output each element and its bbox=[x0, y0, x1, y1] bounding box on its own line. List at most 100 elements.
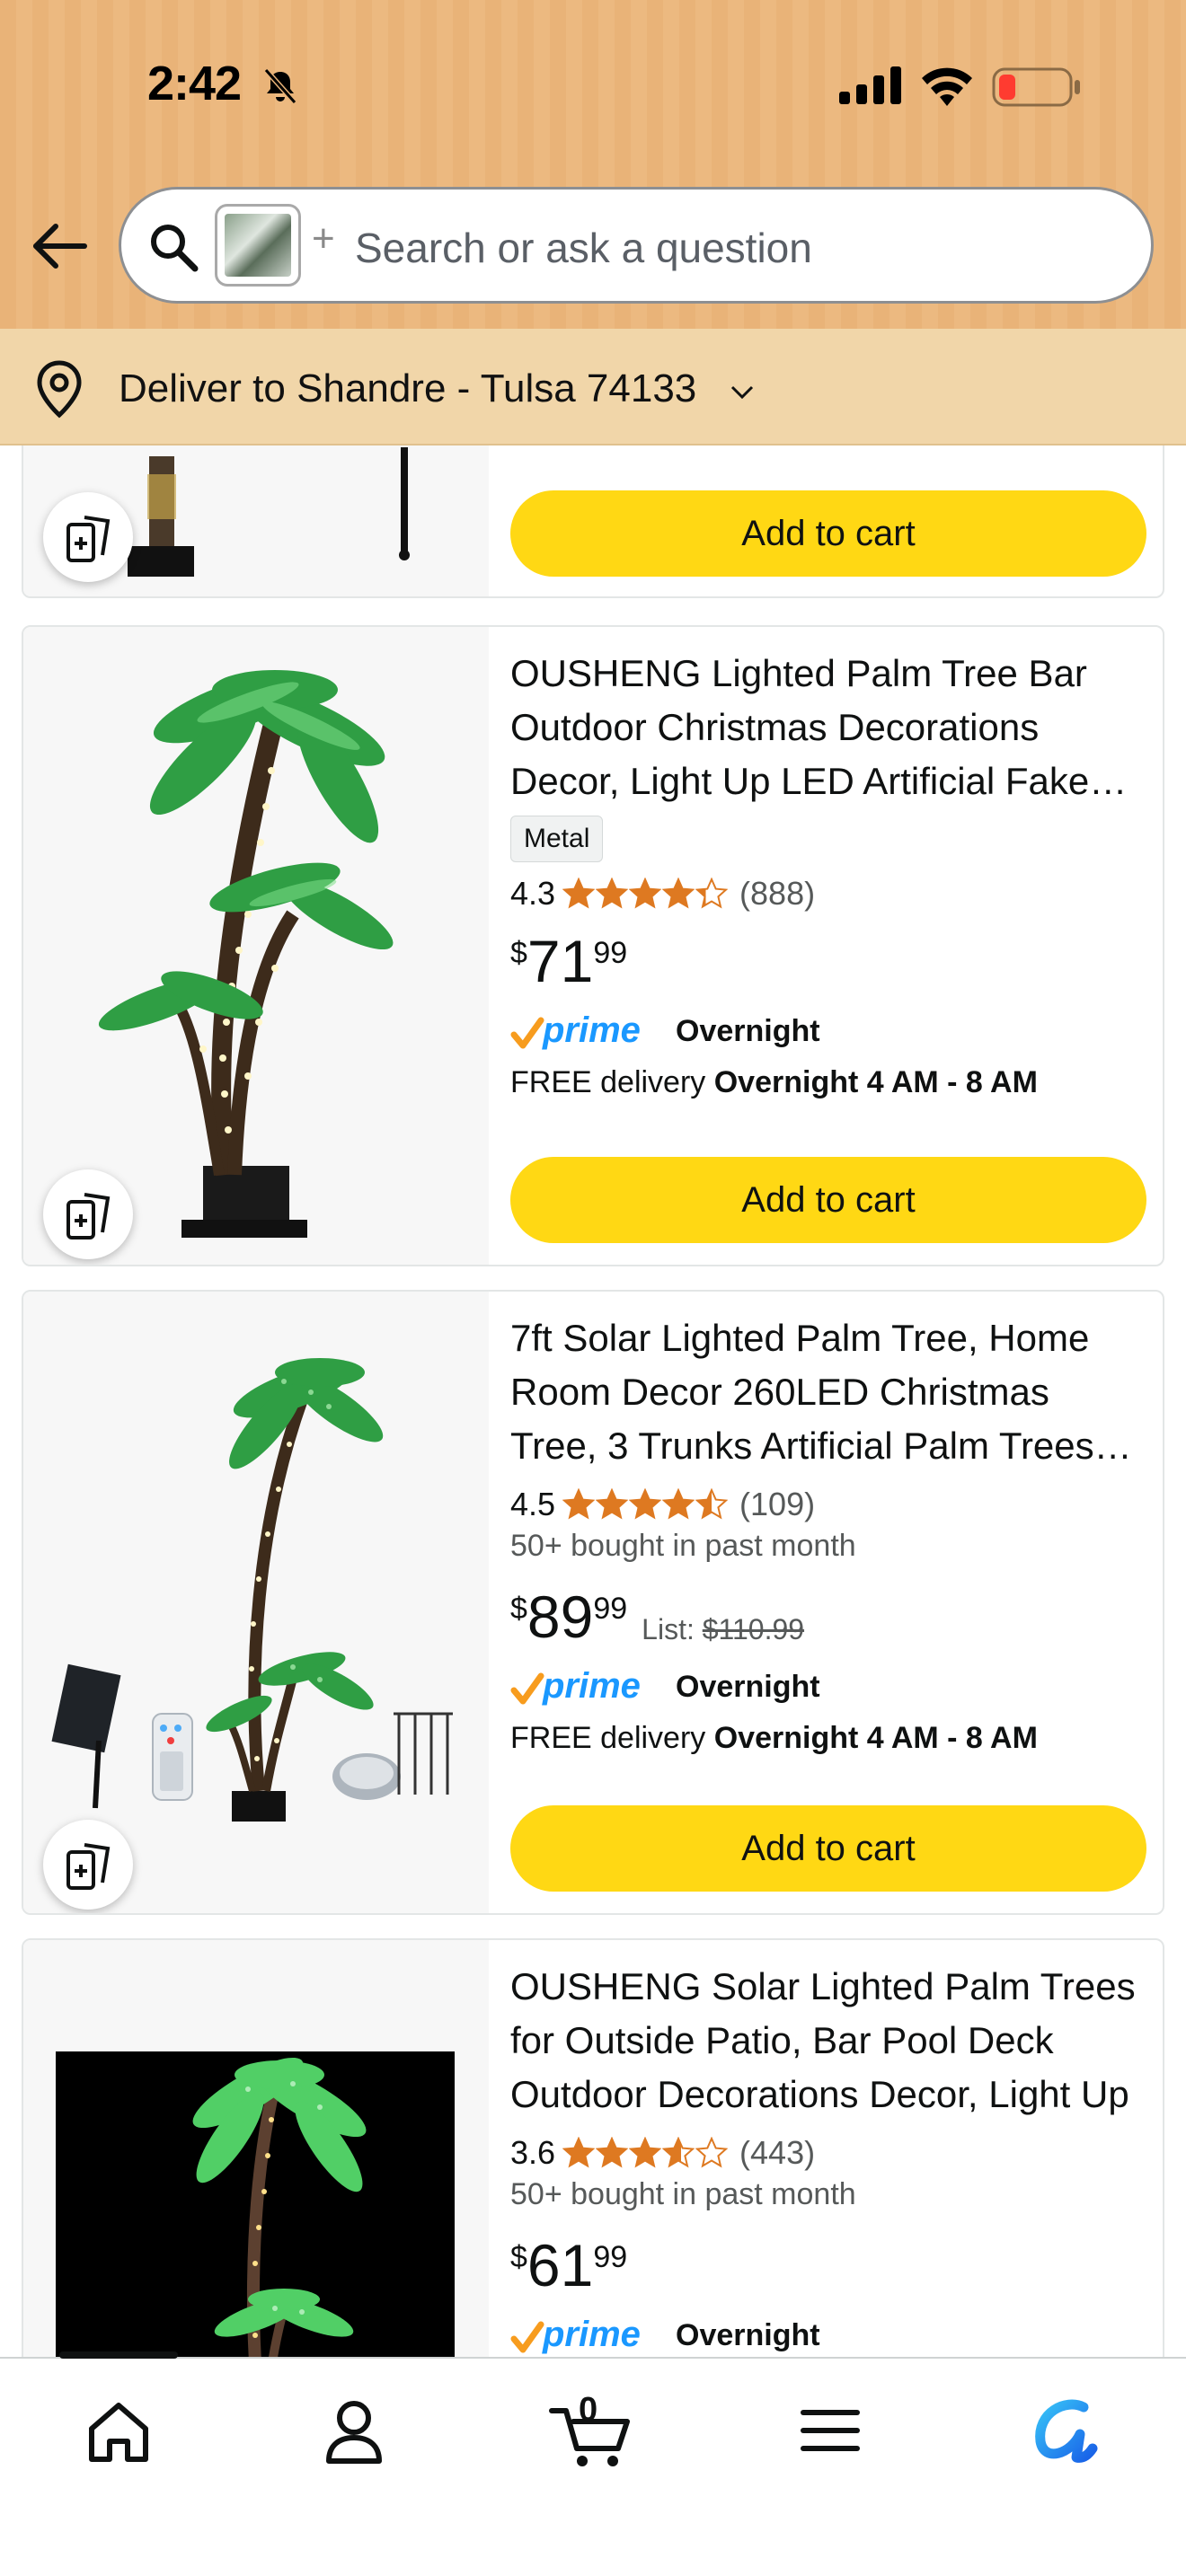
nav-account[interactable] bbox=[309, 2386, 399, 2475]
add-to-cart-button[interactable]: Add to cart bbox=[510, 490, 1146, 577]
star-icon bbox=[629, 878, 662, 909]
price: $ 71 99 bbox=[510, 927, 1145, 1002]
star-icon bbox=[695, 1488, 729, 1520]
back-arrow-icon[interactable] bbox=[31, 221, 88, 271]
home-icon bbox=[89, 2403, 148, 2462]
signal-icon bbox=[839, 66, 901, 104]
star-icon bbox=[629, 2137, 662, 2168]
bought-in-past-month: 50+ bought in past month bbox=[510, 2177, 856, 2211]
location-pin-icon bbox=[37, 360, 82, 419]
compare-button[interactable] bbox=[43, 1820, 133, 1910]
nav-cart[interactable]: 0 bbox=[546, 2386, 636, 2475]
delivery-info: FREE delivery Overnight 4 AM - 8 AM bbox=[510, 1712, 1145, 1764]
delivery-window: Overnight 4 AM - 8 AM bbox=[713, 1721, 1038, 1755]
bell-slash-icon bbox=[263, 68, 297, 104]
review-count[interactable]: (109) bbox=[739, 1486, 815, 1523]
product-title[interactable]: OUSHENG Solar Lighted Palm Trees for Out… bbox=[510, 1960, 1145, 2122]
delivery-info: FREE delivery Overnight 4 AM - 8 AM bbox=[510, 1056, 1145, 1108]
price-symbol: $ bbox=[510, 2240, 527, 2274]
list-price-label: List: bbox=[642, 1613, 703, 1645]
delivery-prefix: FREE delivery bbox=[510, 1721, 714, 1755]
product-card[interactable]: Add to cart bbox=[22, 446, 1164, 598]
delivery-prefix: FREE delivery bbox=[510, 1065, 714, 1099]
compare-button[interactable] bbox=[43, 1169, 133, 1259]
prime-delivery-label: Overnight bbox=[676, 2317, 820, 2352]
deliver-to-label: Deliver to Shandre - Tulsa 74133 bbox=[119, 366, 697, 410]
price: $ 89 99 List: $110.99 bbox=[510, 1583, 1145, 1658]
battery-low-icon bbox=[992, 67, 1080, 107]
star-icon bbox=[562, 1488, 596, 1520]
wifi-icon bbox=[922, 67, 972, 106]
price-whole: 71 bbox=[527, 928, 594, 994]
list-price: List: $110.99 bbox=[642, 1613, 804, 1646]
svg-text:prime: prime bbox=[542, 1010, 641, 1050]
add-to-cart-button[interactable]: Add to cart bbox=[510, 1805, 1146, 1892]
prime-row: prime Overnight bbox=[510, 2310, 1145, 2357]
search-input[interactable]: Search or ask a question bbox=[355, 224, 812, 272]
rating-row[interactable]: 4.3 (888) bbox=[510, 871, 1145, 916]
product-title[interactable]: 7ft Solar Lighted Palm Tree, Home Room D… bbox=[510, 1311, 1145, 1473]
nav-rufus[interactable] bbox=[1021, 2386, 1111, 2475]
rating-value: 4.5 bbox=[510, 1486, 556, 1522]
prime-logo-icon: prime bbox=[510, 1666, 641, 1706]
star-icon bbox=[695, 878, 729, 909]
product-image[interactable] bbox=[23, 1940, 489, 2357]
product-card[interactable]: 7ft Solar Lighted Palm Tree, Home Room D… bbox=[22, 1290, 1164, 1915]
star-icon bbox=[629, 1488, 662, 1520]
star-icon bbox=[562, 878, 596, 909]
star-icon bbox=[662, 1488, 695, 1520]
prime-delivery-label: Overnight bbox=[676, 1669, 820, 1704]
compare-icon bbox=[66, 1193, 111, 1239]
product-title[interactable]: OUSHENG Lighted Palm Tree Bar Outdoor Ch… bbox=[510, 647, 1145, 808]
price-whole: 61 bbox=[527, 2232, 594, 2298]
star-icon bbox=[662, 878, 695, 909]
cart-count: 0 bbox=[579, 2391, 598, 2429]
svg-text:prime: prime bbox=[542, 2315, 641, 2354]
svg-text:prime: prime bbox=[542, 1666, 641, 1706]
compare-icon bbox=[66, 516, 111, 562]
star-rating bbox=[562, 1488, 729, 1521]
star-icon bbox=[562, 2137, 596, 2168]
star-rating bbox=[562, 878, 729, 910]
price-whole: 89 bbox=[527, 1584, 594, 1650]
search-icon bbox=[151, 225, 199, 272]
list-price-value: $110.99 bbox=[702, 1613, 805, 1645]
star-icon bbox=[596, 1488, 629, 1520]
price-symbol: $ bbox=[510, 1592, 527, 1626]
rating-row[interactable]: 3.6 (443) bbox=[510, 2130, 1145, 2175]
product-image[interactable] bbox=[23, 1292, 489, 1913]
star-icon bbox=[695, 2137, 729, 2168]
bottom-nav: 0 bbox=[0, 2351, 1186, 2576]
product-image[interactable] bbox=[23, 627, 489, 1265]
add-to-cart-button[interactable]: Add to cart bbox=[510, 1157, 1146, 1243]
visual-search-thumbnail[interactable] bbox=[215, 204, 301, 287]
product-image[interactable] bbox=[23, 446, 489, 596]
price-fraction: 99 bbox=[593, 936, 628, 970]
prime-logo-icon: prime bbox=[510, 1010, 641, 1050]
menu-icon bbox=[801, 2410, 860, 2451]
prime-row: prime Overnight bbox=[510, 1662, 1145, 1712]
material-badge: Metal bbox=[510, 816, 604, 862]
plus-icon: + bbox=[312, 216, 335, 260]
status-time: 2:42 bbox=[147, 57, 242, 110]
active-tab-indicator bbox=[59, 2351, 178, 2359]
nav-home[interactable] bbox=[74, 2386, 164, 2475]
app-header: 2:42 + Search or ask a question bbox=[0, 0, 1186, 329]
review-count[interactable]: (888) bbox=[739, 875, 815, 913]
star-rating bbox=[562, 2137, 729, 2169]
compare-button[interactable] bbox=[43, 492, 133, 582]
star-icon bbox=[662, 2137, 695, 2168]
product-card[interactable]: OUSHENG Solar Lighted Palm Trees for Out… bbox=[22, 1938, 1164, 2357]
star-icon bbox=[596, 2137, 629, 2168]
deliver-to-bar[interactable]: Deliver to Shandre - Tulsa 74133 bbox=[0, 329, 1186, 446]
review-count[interactable]: (443) bbox=[739, 2134, 815, 2172]
search-bar[interactable]: + Search or ask a question bbox=[119, 187, 1154, 304]
price-fraction: 99 bbox=[593, 1592, 628, 1626]
prime-delivery-label: Overnight bbox=[676, 1013, 820, 1048]
results-list: Add to cart OUSHENG Lighted Palm Tree Ba… bbox=[0, 446, 1186, 2357]
nav-menu[interactable] bbox=[785, 2386, 875, 2475]
rating-row[interactable]: 4.5 (109) bbox=[510, 1482, 1145, 1527]
chevron-down-icon bbox=[730, 385, 754, 400]
product-card[interactable]: OUSHENG Lighted Palm Tree Bar Outdoor Ch… bbox=[22, 625, 1164, 1266]
prime-logo-icon: prime bbox=[510, 2315, 641, 2354]
